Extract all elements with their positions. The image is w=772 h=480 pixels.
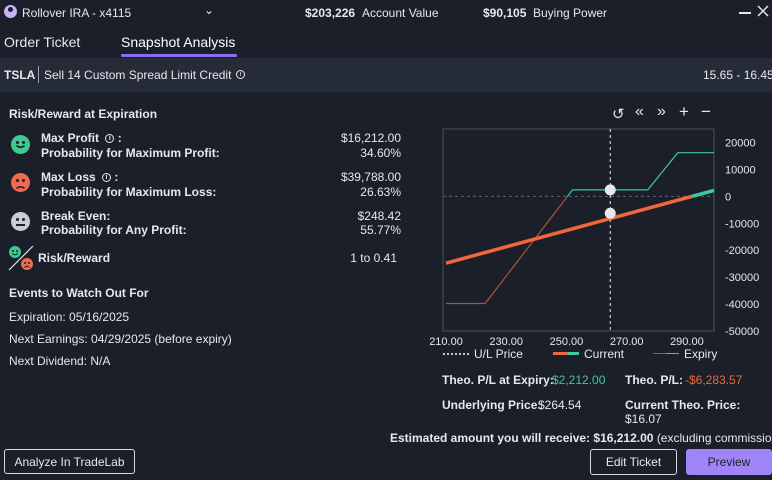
rewind-icon[interactable]: « bbox=[635, 103, 644, 121]
minimize-icon[interactable] bbox=[739, 12, 751, 14]
active-tab-indicator bbox=[121, 54, 237, 57]
estimated-amount-note: (excluding commission) bbox=[656, 431, 772, 445]
legend-ul-price: U/L Price bbox=[474, 347, 523, 361]
break-even-value: $248.42 bbox=[357, 209, 401, 223]
y-tick-label: -50000 bbox=[725, 326, 759, 338]
expiration-date: Expiration: 05/16/2025 bbox=[9, 310, 130, 324]
y-tick-label: 20000 bbox=[725, 137, 756, 149]
y-tick-label: -40000 bbox=[725, 299, 759, 311]
current-theo-price-value: $16.07 bbox=[625, 412, 662, 426]
theo-pl-value: -$6,283.57 bbox=[685, 373, 743, 387]
buying-power: $90,105 bbox=[483, 6, 527, 20]
order-symbol: TSLA bbox=[4, 68, 36, 82]
fast-forward-icon[interactable]: » bbox=[657, 103, 666, 121]
account-name: Rollover IRA - x4115 bbox=[22, 6, 132, 20]
break-even-label: Break Even: bbox=[41, 209, 111, 223]
edit-ticket-button[interactable]: Edit Ticket bbox=[590, 449, 677, 475]
buying-power-label: Buying Power bbox=[533, 6, 608, 20]
next-dividend: Next Dividend: N/A bbox=[9, 354, 111, 368]
x-tick-label: 290.00 bbox=[670, 336, 704, 345]
x-tick-label: 270.00 bbox=[610, 336, 644, 345]
prob-max-loss-value: 26.63% bbox=[360, 185, 401, 199]
underlying-price-label: Underlying Price: bbox=[442, 398, 542, 412]
x-tick-label: 250.00 bbox=[550, 336, 584, 345]
reset-icon[interactable]: ↺ bbox=[612, 105, 625, 123]
risk-reward-title: Risk/Reward at Expiration bbox=[9, 107, 158, 121]
colon: : bbox=[114, 170, 119, 184]
order-summary-strip: TSLA Sell 14 Custom Spread Limit Credit … bbox=[0, 58, 772, 92]
info-icon[interactable]: i bbox=[233, 67, 245, 81]
account-bar: Rollover IRA - x4115 ⌄ $203,226 Account … bbox=[0, 0, 772, 26]
max-profit-label: Max Profit bbox=[41, 131, 100, 145]
neutral-face-icon bbox=[11, 212, 30, 231]
plot-area bbox=[442, 128, 715, 332]
max-profit-label-row: Max Profit i : bbox=[41, 131, 122, 145]
theo-pl-label: Theo. P/L: bbox=[625, 373, 683, 387]
estimated-amount-label: Estimated amount you will receive: bbox=[390, 431, 591, 445]
estimated-amount: Estimated amount you will receive: $16,2… bbox=[390, 431, 772, 445]
max-loss-label: Max Loss bbox=[41, 170, 96, 184]
max-profit-value: $16,212.00 bbox=[340, 131, 401, 145]
risk-reward-label: Risk/Reward bbox=[38, 251, 111, 265]
account-value-label: Account Value bbox=[362, 6, 439, 20]
y-tick-label: 10000 bbox=[725, 164, 756, 176]
tab-order-ticket[interactable]: Order Ticket bbox=[4, 34, 80, 50]
x-tick-label: 230.00 bbox=[489, 336, 523, 345]
prob-max-profit-value: 34.60% bbox=[360, 146, 401, 160]
risk-reward-value: 1 to 0.41 bbox=[350, 251, 397, 265]
account-selector[interactable]: Rollover IRA - x4115 bbox=[22, 6, 131, 20]
account-icon bbox=[4, 5, 17, 18]
x-tick-label: 210.00 bbox=[430, 336, 463, 345]
risk-reward-icon bbox=[8, 245, 34, 271]
legend-current: Current bbox=[584, 347, 625, 361]
prob-any-profit-label: Probability for Any Profit: bbox=[41, 223, 187, 237]
y-tick-label: -10000 bbox=[725, 218, 759, 230]
divider bbox=[38, 66, 39, 83]
estimated-amount-value: $16,212.00 bbox=[593, 431, 654, 445]
current-theo-price-label: Current Theo. Price: bbox=[625, 398, 741, 412]
underlying-price-value: $264.54 bbox=[538, 398, 582, 412]
theo-pl-expiry-value: $2,212.00 bbox=[552, 373, 606, 387]
theo-pl-expiry-label: Theo. P/L at Expiry: bbox=[442, 373, 554, 387]
price-marker bbox=[604, 184, 616, 196]
tab-snapshot-analysis[interactable]: Snapshot Analysis bbox=[121, 34, 235, 50]
info-icon[interactable]: i bbox=[99, 170, 112, 184]
prob-any-profit-value: 55.77% bbox=[360, 223, 401, 237]
pl-chart: 20000 10000 0 -10000 -20000 -30000 -40000 -5000… bbox=[430, 128, 759, 345]
chevron-down-icon[interactable]: ⌄ bbox=[204, 3, 214, 17]
y-tick-label: 0 bbox=[725, 191, 731, 203]
y-tick-label: -20000 bbox=[725, 245, 759, 257]
ul-price-legend-swatch bbox=[443, 353, 469, 355]
frown-face-icon bbox=[11, 173, 30, 192]
order-description: Sell 14 Custom Spread Limit Credit bbox=[44, 68, 232, 82]
smile-face-icon bbox=[11, 135, 30, 154]
close-icon[interactable] bbox=[757, 5, 769, 17]
prob-max-profit-label: Probability for Maximum Profit: bbox=[41, 146, 220, 160]
max-loss-value: $39,788.00 bbox=[340, 170, 401, 184]
legend-expiry: Expiry bbox=[684, 347, 718, 361]
prob-max-loss-label: Probability for Maximum Loss: bbox=[41, 185, 217, 199]
expiry-legend-swatch bbox=[653, 353, 679, 354]
colon: : bbox=[117, 131, 122, 145]
zoom-in-icon[interactable]: + bbox=[679, 102, 689, 122]
info-icon[interactable]: i bbox=[102, 131, 115, 145]
preview-button[interactable]: Preview bbox=[686, 449, 772, 475]
account-value: $203,226 bbox=[305, 6, 356, 20]
events-title: Events to Watch Out For bbox=[9, 286, 149, 300]
zoom-out-icon[interactable]: − bbox=[701, 102, 711, 122]
next-earnings: Next Earnings: 04/29/2025 (before expiry… bbox=[9, 332, 232, 346]
analyze-tradelab-button[interactable]: Analyze In TradeLab bbox=[4, 449, 135, 474]
y-tick-label: -30000 bbox=[725, 272, 759, 284]
order-price-range: 15.65 - 16.45 bbox=[703, 68, 772, 82]
price-marker bbox=[604, 207, 616, 219]
max-loss-label-row: Max Loss i : bbox=[41, 170, 118, 184]
current-legend-swatch bbox=[553, 352, 579, 355]
